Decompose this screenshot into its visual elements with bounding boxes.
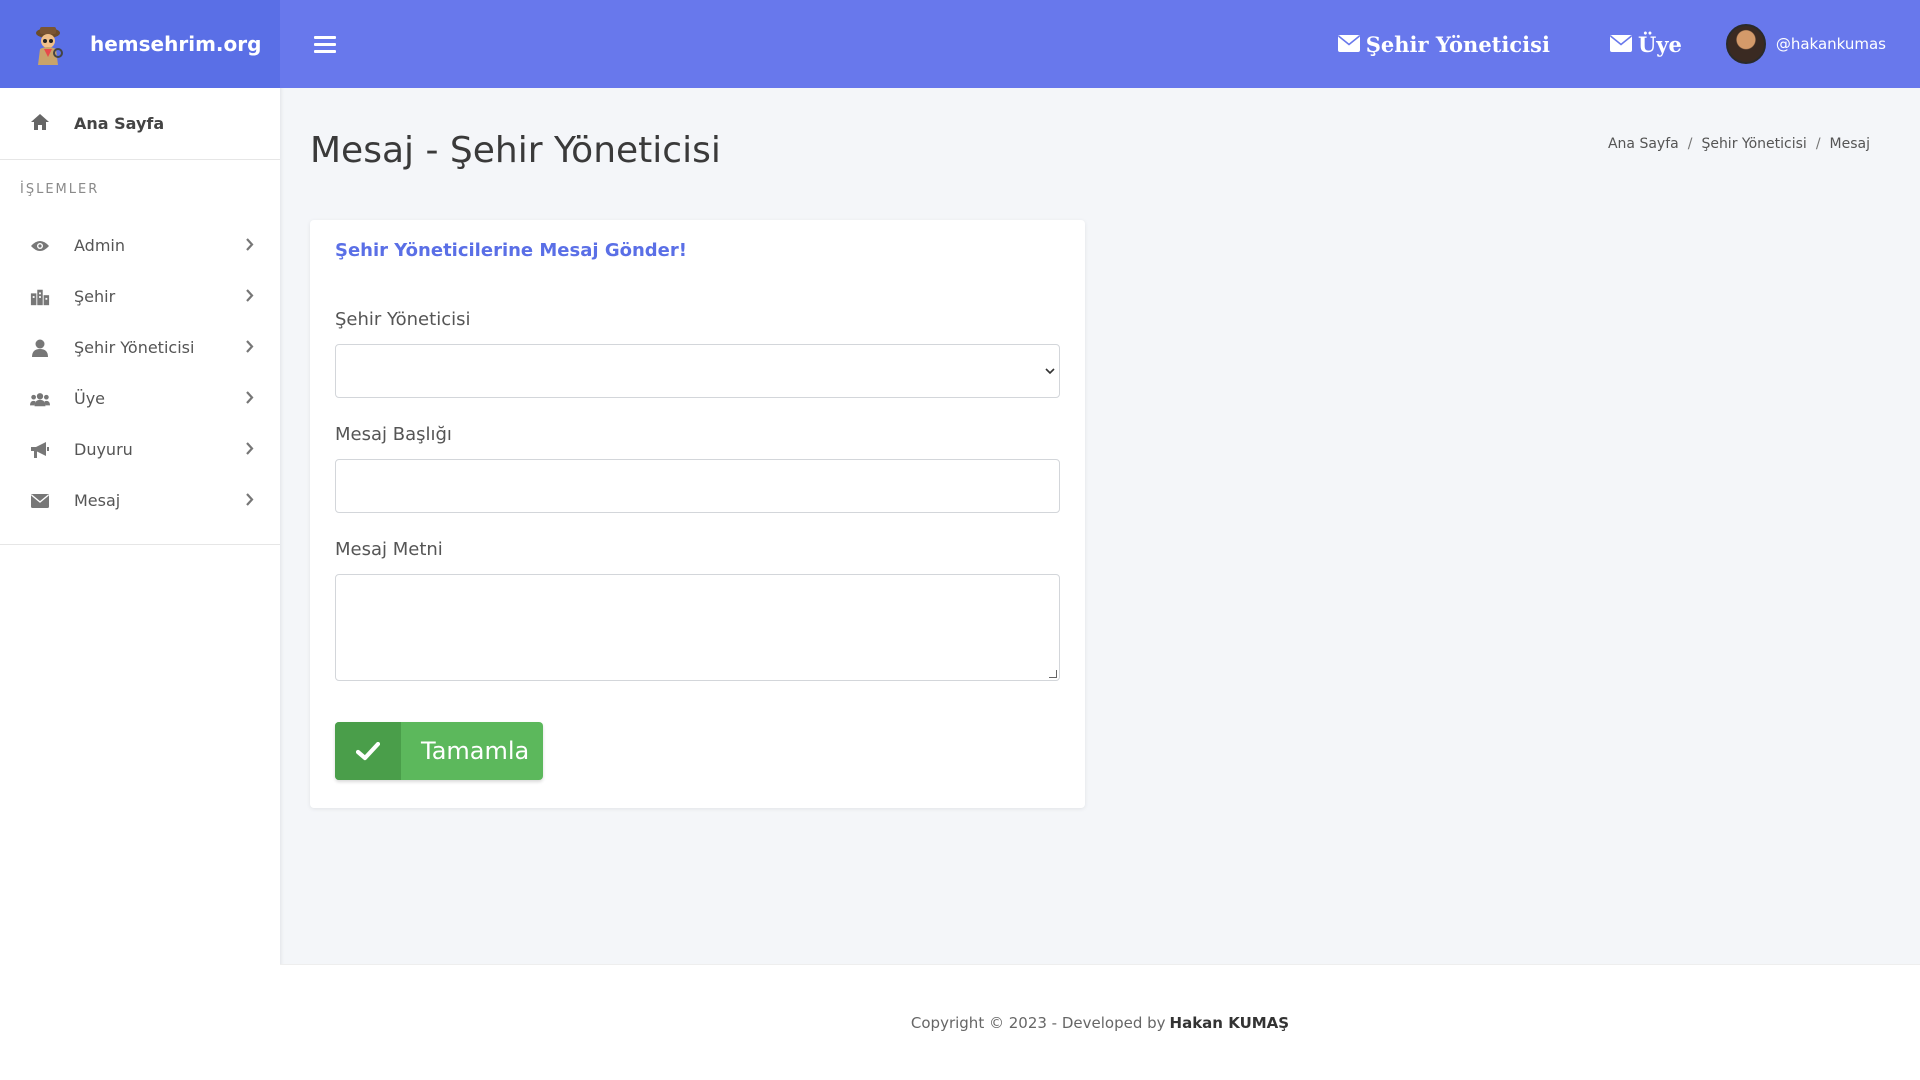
sidebar-item-duyuru[interactable]: Duyuru [0, 424, 280, 475]
card-title: Şehir Yöneticilerine Mesaj Gönder! [335, 240, 687, 261]
avatar [1725, 24, 1766, 64]
body-label: Mesaj Metni [335, 539, 443, 560]
sidebar-nav: Admin Şehir Şehir Yöneticisi Üye Duyuru … [0, 220, 280, 545]
city-icon [30, 288, 50, 306]
chevron-right-icon [246, 492, 254, 510]
sidebar-item-sehir[interactable]: Şehir [0, 271, 280, 322]
message-form-card: Şehir Yöneticilerine Mesaj Gönder! Şehir… [310, 220, 1085, 808]
brand-name: hemsehrim.org [90, 32, 262, 56]
header-link-uye[interactable]: Üye [1609, 31, 1682, 57]
chevron-right-icon [246, 288, 254, 306]
chevron-right-icon [246, 441, 254, 459]
header-actions: Şehir Yöneticisi Üye @hakankumas [1278, 24, 1920, 64]
sidebar-section-title: İŞLEMLER [20, 182, 100, 197]
header-link-label: Şehir Yöneticisi [1365, 31, 1550, 57]
menu-toggle-icon[interactable] [314, 32, 336, 57]
sidebar-item-admin[interactable]: Admin [0, 220, 280, 271]
user-menu[interactable]: @hakankumas [1725, 24, 1886, 64]
breadcrumb-item-home[interactable]: Ana Sayfa [1608, 136, 1679, 152]
chevron-right-icon [246, 339, 254, 357]
footer: Copyright © 2023 - Developed by Hakan KU… [280, 964, 1920, 1080]
brand[interactable]: hemsehrim.org [0, 0, 280, 88]
resize-handle-icon[interactable] [1049, 670, 1057, 678]
breadcrumb-item-current: Mesaj [1829, 136, 1870, 152]
manager-select[interactable] [335, 344, 1060, 398]
sidebar-item-label: Şehir Yöneticisi [74, 338, 195, 357]
top-navbar: Şehir Yöneticisi Üye @hakankumas [280, 0, 1920, 88]
sidebar-item-sehir-yoneticisi[interactable]: Şehir Yöneticisi [0, 322, 280, 373]
sidebar: hemsehrim.org Ana Sayfa İŞLEMLER Admin Ş… [0, 0, 280, 1080]
header-link-sehir-yoneticisi[interactable]: Şehir Yöneticisi [1337, 31, 1550, 57]
home-icon [30, 113, 50, 135]
sidebar-item-label: Şehir [74, 287, 116, 306]
chevron-right-icon [246, 390, 254, 408]
eye-icon [30, 239, 50, 253]
chevron-right-icon [246, 237, 254, 255]
sidebar-item-label: Admin [74, 236, 125, 255]
user-icon [30, 339, 50, 357]
header-link-label: Üye [1637, 31, 1682, 57]
envelope-icon [1337, 32, 1360, 57]
main-content: Mesaj - Şehir Yöneticisi Ana Sayfa / Şeh… [280, 88, 1920, 964]
sidebar-item-home[interactable]: Ana Sayfa [0, 88, 280, 160]
sidebar-item-label: Mesaj [74, 491, 121, 510]
envelope-icon [1609, 32, 1632, 57]
submit-button-label: Tamamla [421, 737, 530, 765]
users-icon [30, 391, 50, 407]
sidebar-item-mesaj[interactable]: Mesaj [0, 475, 280, 526]
page-title: Mesaj - Şehir Yöneticisi [310, 130, 721, 171]
footer-developer-link[interactable]: Hakan KUMAŞ [1170, 1014, 1290, 1032]
check-icon [335, 722, 401, 780]
body-textarea[interactable] [335, 574, 1060, 681]
sidebar-item-label: Üye [74, 389, 106, 408]
envelope-icon [30, 493, 50, 508]
breadcrumb-item-sehir-yoneticisi[interactable]: Şehir Yöneticisi [1701, 136, 1806, 152]
footer-copyright: Copyright © 2023 - Developed by [910, 1013, 1166, 1032]
sidebar-item-uye[interactable]: Üye [0, 373, 280, 424]
subject-input[interactable] [335, 459, 1060, 513]
detective-mascot-icon [28, 22, 68, 66]
breadcrumb: Ana Sayfa / Şehir Yöneticisi / Mesaj [1608, 136, 1870, 152]
manager-label: Şehir Yöneticisi [335, 309, 471, 330]
submit-button[interactable]: Tamamla [335, 722, 543, 780]
sidebar-item-label: Ana Sayfa [74, 114, 165, 133]
megaphone-icon [30, 441, 50, 459]
username: @hakankumas [1775, 35, 1886, 53]
breadcrumb-separator: / [1687, 136, 1693, 152]
chevron-down-icon [1045, 364, 1055, 378]
breadcrumb-separator: / [1815, 136, 1821, 152]
sidebar-item-label: Duyuru [74, 440, 133, 459]
subject-label: Mesaj Başlığı [335, 424, 452, 445]
